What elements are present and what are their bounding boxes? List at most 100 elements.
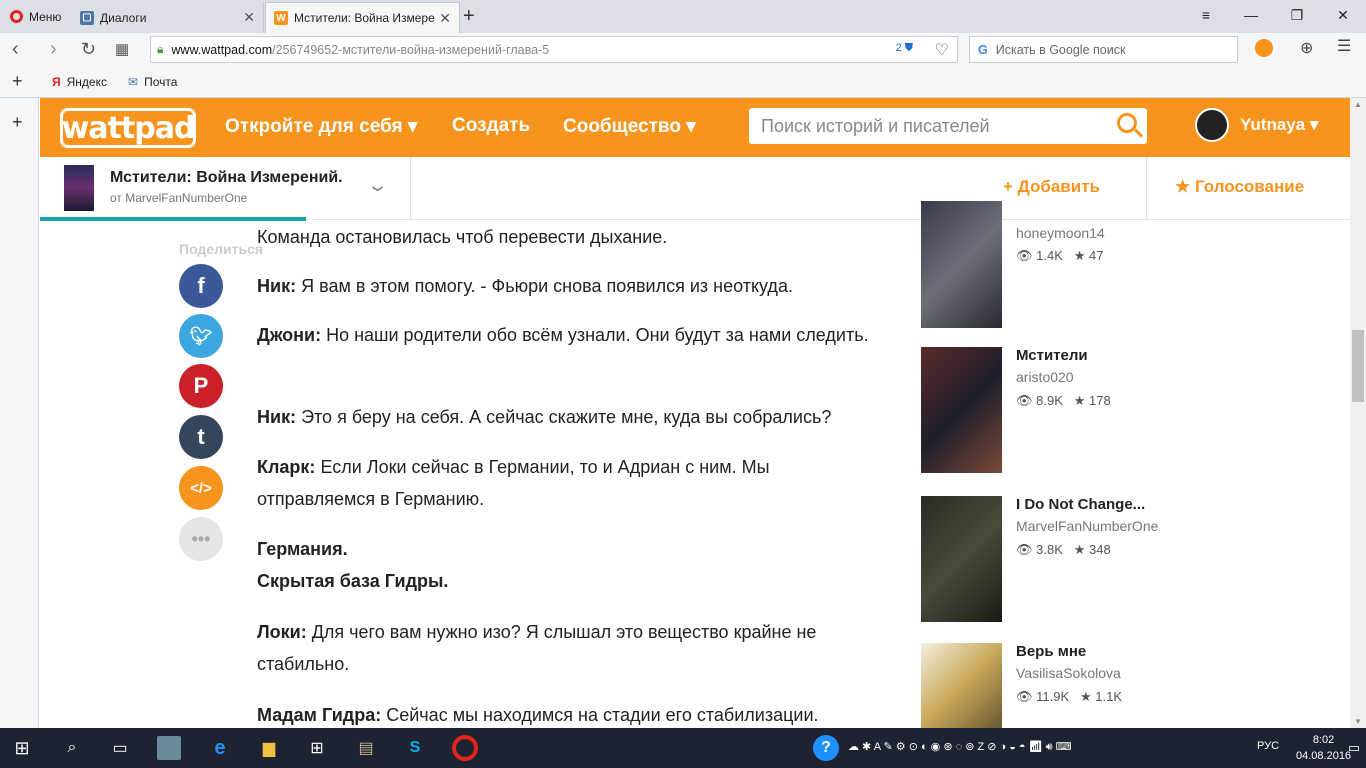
scroll-up-icon[interactable]: ▲ [1354,100,1362,109]
download-icon[interactable]: ⊕ [1300,38,1313,58]
story-cover[interactable] [921,347,1002,473]
facebook-share-button[interactable]: f [179,264,223,308]
wattpad-logo[interactable]: wattpad [60,108,196,148]
rec-title[interactable]: Мстители [1016,347,1088,364]
story-cover[interactable] [921,201,1002,328]
rec-stats: 👁︎ 11.9K ★ 1.1K [1016,689,1123,704]
search-placeholder: Поиск историй и писателей [761,115,990,136]
story-cover[interactable] [921,643,1002,728]
add-bookmark-icon[interactable]: + [12,71,23,92]
add-button[interactable]: + Добавить [1003,177,1100,197]
nav-discover[interactable]: Откройте для себя ▾ [225,115,417,138]
maximize-button[interactable]: ❐ [1274,0,1320,30]
recommended-story[interactable]: Мстители aristo020 👁︎ 8.9K ★ 178 [921,347,1111,473]
story-search-input[interactable]: Поиск историй и писателей [749,108,1147,144]
bookmark-mail[interactable]: ✉ Почта [128,75,177,89]
scrollbar-thumb[interactable] [1352,330,1364,402]
recommended-story[interactable]: I Do Not Change... MarvelFanNumberOne 👁︎… [921,496,1158,622]
rec-stats: 👁︎ 8.9K ★ 178 [1016,393,1111,408]
recommended-story[interactable]: honeymoon14 👁︎ 1.4K ★ 47 [921,201,1105,328]
bookmark-heart-icon[interactable]: ♡ [935,40,949,60]
browser-tab-bar: Меню ▢ Диалоги ✕ W Мстители: Война Измер… [0,0,1366,33]
windows-taskbar: ⊞ ⌕ ▭ e ▆ ⊞ ▤ S ? ☁ ✱ A ✎ ⚙ ⊙ ◐ ◉ ⊛ ◌ ⊚ … [0,728,1366,768]
story-author[interactable]: от MarvelFanNumberOne [110,191,247,205]
tab-menu-icon[interactable]: ≡ [1183,0,1229,30]
rec-author[interactable]: MarvelFanNumberOne [1016,518,1158,534]
embed-share-button[interactable]: </> [179,466,223,510]
story-cover[interactable] [921,496,1002,622]
scroll-down-icon[interactable]: ▼ [1354,717,1362,726]
easy-setup-icon[interactable]: ☰ [1337,36,1351,56]
app-icon[interactable]: ▤ [354,736,378,760]
adblock-badge[interactable]: 2 ⛊ [896,42,913,55]
more-share-button[interactable]: ••• [179,517,223,561]
sidebar-add-icon[interactable]: + [12,112,23,133]
nav-create[interactable]: Создать [452,115,530,137]
edge-icon[interactable]: e [208,736,232,760]
windows-start-icon[interactable]: ⊞ [10,736,34,760]
page-scrollbar[interactable]: ▲ ▼ [1350,98,1366,728]
story-title[interactable]: Мстители: Война Измерений. [110,169,343,187]
minimize-button[interactable]: — [1228,0,1274,30]
pinterest-share-button[interactable]: P [179,364,223,408]
story-paragraph: Команда остановилась чтоб перевести дыха… [257,227,668,247]
tab-label: Диалоги [100,10,147,25]
new-tab-button[interactable]: + [463,5,475,28]
wattpad-tab-icon: W [274,11,288,25]
speed-dial-icon[interactable]: ▦ [115,40,129,58]
user-menu[interactable]: Yutnaya ▾ [1195,108,1318,142]
notifications-icon[interactable]: ▭ [1342,736,1366,760]
tab-wattpad[interactable]: W Мстители: Война Измере ✕ [265,2,460,33]
skype-icon[interactable]: S [403,736,427,760]
tray-icons[interactable]: ☁ ✱ A ✎ ⚙ ⊙ ◐ ◉ ⊛ ◌ ⊚ Z ⊘ ◑ ◒ ◓ 📶︎ 🔊︎ ⌨ [848,740,1072,754]
browser-sidebar: + [0,98,39,728]
task-view-icon[interactable]: ▭ [108,736,132,760]
rec-author[interactable]: honeymoon14 [1016,225,1105,241]
url-host: www.wattpad.com [171,42,273,57]
twitter-icon: 🐦︎ [189,325,213,346]
lock-icon: 🔒︎ [157,42,164,56]
star-icon: ★ [1073,393,1086,408]
recommended-story[interactable]: Верь мне VasilisaSokolova 👁︎ 11.9K ★ 1.1… [921,643,1122,728]
opera-menu-button[interactable]: Меню [0,0,72,33]
search-icon[interactable] [1117,113,1137,133]
language-indicator[interactable]: РУС [1257,740,1279,752]
story-cover[interactable] [64,165,94,211]
tumblr-share-button[interactable]: t [179,415,223,459]
bookmark-yandex[interactable]: Я Яндекс [52,75,107,89]
chevron-down-icon[interactable]: ⌄ [366,175,389,196]
tab-dialogs[interactable]: ▢ Диалоги ✕ [72,2,264,33]
close-tab-icon[interactable]: ✕ [243,9,255,26]
pinterest-icon: P [193,373,209,398]
story-paragraph: Ник: Я вам в этом помогу. - Фьюри снова … [257,276,793,296]
vote-button[interactable]: ★ Голосование [1175,177,1304,197]
story-paragraph: Ник: Это я беру на себя. А сейчас скажит… [257,407,832,427]
google-icon: G [978,42,988,57]
store-icon[interactable]: ⊞ [305,736,329,760]
rec-title[interactable]: I Do Not Change... [1016,496,1145,513]
adblock-count: 2 [895,42,902,54]
forward-icon[interactable]: › [50,38,57,61]
rec-stats: 👁︎ 3.8K ★ 348 [1016,542,1111,557]
nav-community[interactable]: Сообщество ▾ [563,115,696,138]
tumblr-icon: t [197,424,205,449]
url-field[interactable]: 🔒︎ www.wattpad.com/256749652-мстители-во… [150,36,958,63]
rec-author[interactable]: aristo020 [1016,369,1074,385]
opera-taskbar-icon[interactable] [452,735,478,761]
close-window-button[interactable]: ✕ [1320,0,1366,30]
close-tab-icon[interactable]: ✕ [439,10,451,27]
bookmark-label: Почта [144,75,178,89]
back-icon[interactable]: ‹ [12,38,19,61]
rec-title[interactable]: Верь мне [1016,643,1086,660]
eye-icon: 👁︎ [1016,542,1033,557]
twitter-share-button[interactable]: 🐦︎ [179,314,223,358]
google-search-field[interactable]: G Искать в Google поиск [969,36,1238,63]
username: Yutnaya ▾ [1240,115,1319,134]
rec-author[interactable]: VasilisaSokolova [1016,665,1121,681]
file-explorer-icon[interactable]: ▆ [257,736,281,760]
cart-extension-icon[interactable] [1255,39,1273,57]
search-icon[interactable]: ⌕ [60,736,84,760]
hp-app-icon[interactable] [157,736,181,760]
help-icon[interactable]: ? [813,735,839,761]
reload-icon[interactable]: ↻ [81,39,96,60]
